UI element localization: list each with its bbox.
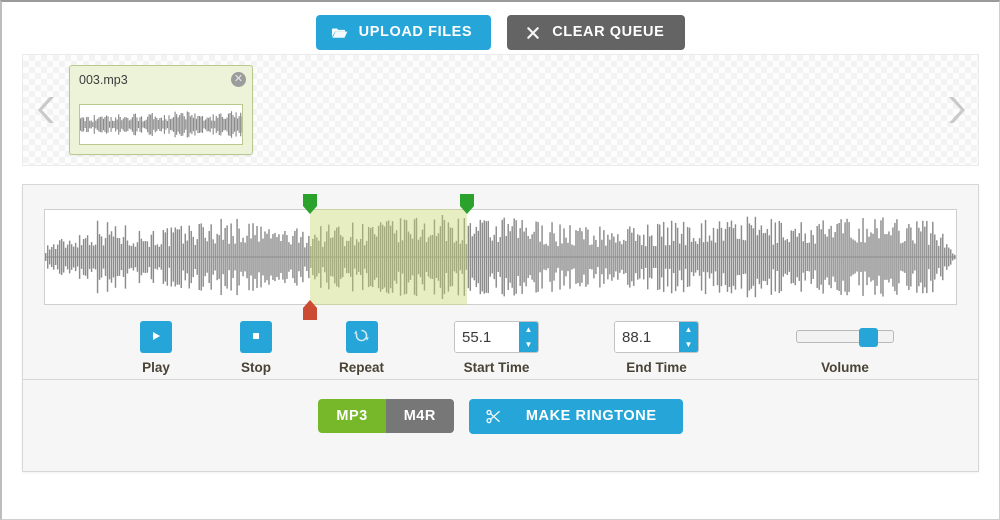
make-ringtone-button[interactable]: MAKE RINGTONE xyxy=(468,398,683,434)
play-control: Play xyxy=(140,321,172,375)
start-time-input[interactable] xyxy=(455,322,520,352)
audio-editor-panel: Play Stop Repeat 55.1 ▲ ▼ Start Time 88.… xyxy=(22,184,979,472)
volume-control: Volume xyxy=(796,321,895,375)
stop-control: Stop xyxy=(240,321,272,375)
play-icon xyxy=(150,330,162,345)
play-button[interactable] xyxy=(140,321,172,353)
queue-next-arrow[interactable] xyxy=(942,93,968,127)
marker-red-up-icon-playhead[interactable] xyxy=(301,299,319,321)
queue-file-card[interactable]: 003.mp3 ✕ xyxy=(69,65,253,155)
top-toolbar: UPLOAD FILES CLEAR QUEUE xyxy=(2,2,999,54)
clear-queue-button[interactable]: CLEAR QUEUE xyxy=(507,15,686,50)
caret-down-icon[interactable]: ▼ xyxy=(679,337,698,352)
marker-green-down-icon-end[interactable] xyxy=(458,193,476,215)
clear-queue-label: CLEAR QUEUE xyxy=(552,24,665,41)
stop-icon xyxy=(250,330,262,345)
end-time-label: End Time xyxy=(626,360,687,375)
upload-files-button[interactable]: UPLOAD FILES xyxy=(315,15,492,50)
make-ringtone-label: MAKE RINGTONE xyxy=(525,407,657,424)
output-format-toggle[interactable]: MP3 M4R xyxy=(318,398,454,434)
repeat-label: Repeat xyxy=(339,360,385,375)
format-mp3-option[interactable]: MP3 xyxy=(318,398,386,434)
caret-down-icon[interactable]: ▼ xyxy=(519,337,538,352)
volume-slider[interactable] xyxy=(796,328,895,347)
repeat-button[interactable] xyxy=(345,321,378,353)
start-time-label: Start Time xyxy=(463,360,530,375)
editor-footer-row: MP3 M4R MAKE RINGTONE xyxy=(23,379,978,452)
queue-prev-arrow[interactable] xyxy=(35,93,61,127)
volume-label: Volume xyxy=(821,360,869,375)
caret-up-icon[interactable]: ▲ xyxy=(679,322,698,337)
scissors-icon xyxy=(485,409,502,424)
editor-controls-row: Play Stop Repeat 55.1 ▲ ▼ Start Time 88.… xyxy=(23,305,978,379)
stop-button[interactable] xyxy=(240,321,272,353)
main-waveform-canvas[interactable] xyxy=(44,209,957,305)
volume-slider-thumb[interactable] xyxy=(858,328,878,347)
close-circle-icon[interactable]: ✕ xyxy=(231,72,246,87)
start-time-spin-buttons[interactable]: ▲ ▼ xyxy=(519,322,539,352)
start-time-control: ▲ ▼ Start Time xyxy=(454,321,540,375)
end-time-spin-buttons[interactable]: ▲ ▼ xyxy=(679,322,699,352)
end-time-input[interactable] xyxy=(615,322,680,352)
end-time-control: ▲ ▼ End Time xyxy=(614,321,700,375)
format-m4r-option[interactable]: M4R xyxy=(385,398,454,434)
stop-label: Stop xyxy=(241,360,271,375)
end-time-spinner[interactable]: ▲ ▼ xyxy=(614,321,700,353)
play-label: Play xyxy=(142,360,170,375)
repeat-icon xyxy=(354,328,369,346)
queue-file-waveform xyxy=(79,104,243,145)
upload-files-label: UPLOAD FILES xyxy=(358,24,473,41)
main-waveform-area[interactable] xyxy=(44,194,957,320)
close-x-icon xyxy=(524,25,541,40)
caret-up-icon[interactable]: ▲ xyxy=(519,322,538,337)
marker-green-down-icon-start[interactable] xyxy=(301,193,319,215)
file-queue-strip: 003.mp3 ✕ xyxy=(22,54,979,166)
folder-open-icon xyxy=(331,25,348,40)
queue-file-name: 003.mp3 xyxy=(79,73,128,87)
repeat-control: Repeat xyxy=(339,321,384,375)
start-time-spinner[interactable]: ▲ ▼ xyxy=(454,321,540,353)
